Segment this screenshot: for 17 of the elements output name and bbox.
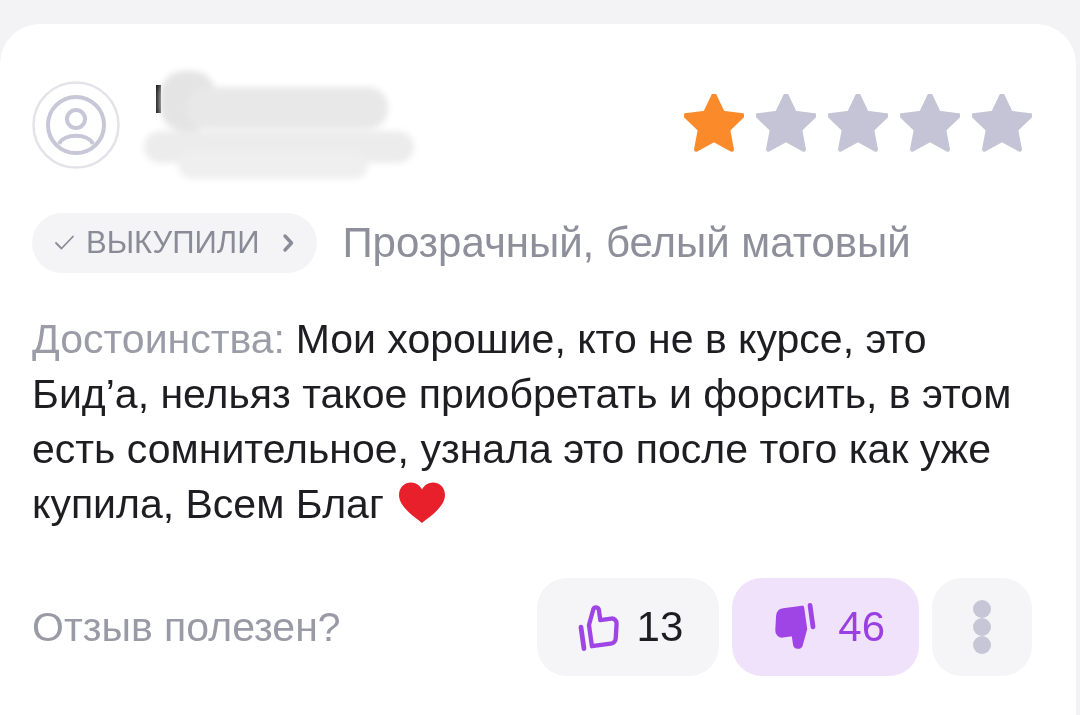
star-icon bbox=[828, 94, 888, 152]
star-icon bbox=[684, 94, 744, 152]
chevron-icon bbox=[282, 233, 296, 253]
dislike-button[interactable]: 46 bbox=[732, 578, 919, 676]
review-text: Достоинства: Мои хорошие, кто не в курсе, это Бид’а, нельяз такое приобретать и форсить, в этом есть сомнительное, узнала это после того как уже купила, Всем Благ bbox=[32, 316, 1012, 527]
more-button[interactable] bbox=[932, 578, 1032, 676]
purchased-badge[interactable]: ВЫКУПИЛИ bbox=[32, 213, 318, 273]
check-icon bbox=[54, 235, 75, 251]
more-icon bbox=[972, 600, 992, 654]
variant-text: Прозрачный, белый матовый bbox=[342, 219, 911, 267]
avatar-icon bbox=[32, 81, 120, 169]
helpful-question: Отзыв полезен? bbox=[32, 603, 341, 651]
heart-icon bbox=[397, 482, 446, 524]
like-button[interactable]: 13 bbox=[536, 578, 720, 676]
star-icon bbox=[900, 94, 960, 152]
star-icon bbox=[756, 94, 816, 152]
star-icon bbox=[972, 94, 1032, 152]
